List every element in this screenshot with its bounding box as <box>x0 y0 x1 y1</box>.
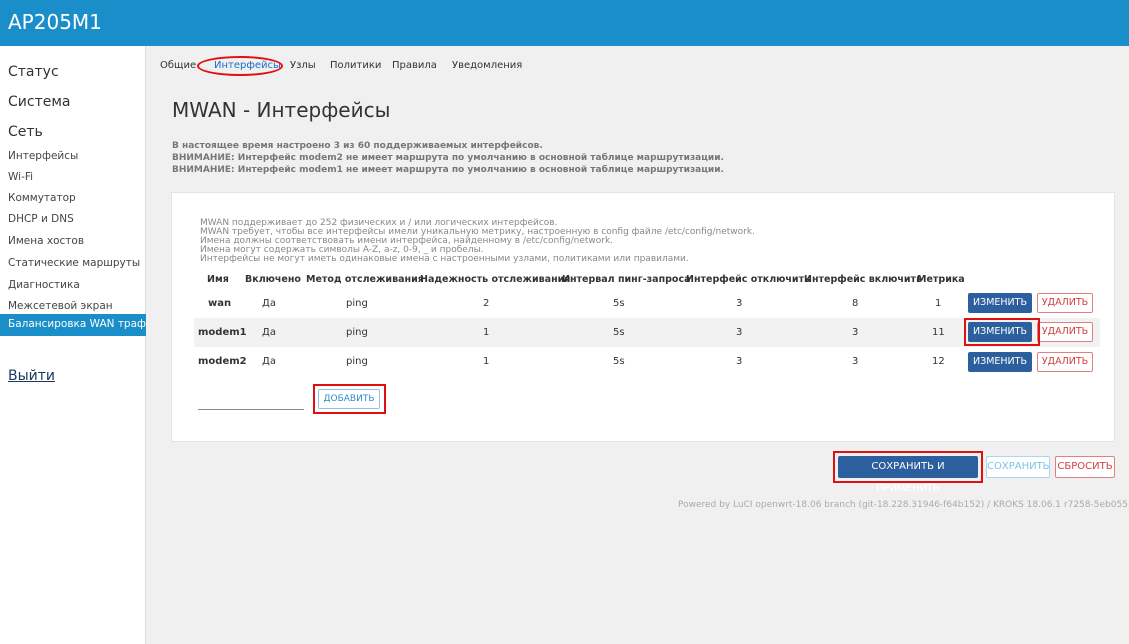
sidebar: Статус Система Сеть Интерфейсы Wi-Fi Ком… <box>0 46 146 644</box>
delete-button[interactable]: УДАЛИТЬ <box>1037 352 1093 372</box>
interval-value: 5s <box>613 327 625 338</box>
sidebar-item-wan-balancing[interactable]: Балансировка WAN трафик <box>0 314 146 336</box>
down-value: 3 <box>736 298 743 309</box>
down-value: 3 <box>736 356 743 367</box>
logout-link[interactable]: Выйти <box>8 368 55 384</box>
delete-button[interactable]: УДАЛИТЬ <box>1037 322 1093 342</box>
sidebar-item-firewall[interactable]: Межсетевой экран <box>8 300 113 312</box>
interface-name: wan <box>208 298 232 309</box>
interval-value: 5s <box>613 356 625 367</box>
highlight-box <box>833 451 983 483</box>
tab-notifications[interactable]: Уведомления <box>452 60 522 71</box>
notice-count: В настоящее время настроено 3 из 60 подд… <box>172 141 543 151</box>
up-value: 3 <box>852 327 859 338</box>
notice-warning: ВНИМАНИЕ: Интерфейс modem2 не имеет марш… <box>172 153 724 163</box>
column-header-interface-up: Интерфейс включить <box>804 274 923 285</box>
sidebar-item-hostnames[interactable]: Имена хостов <box>8 235 84 247</box>
column-header-tracking-reliability: Надежность отслеживания <box>420 274 571 285</box>
enabled-value: Да <box>262 327 276 338</box>
column-header-metric: Метрика <box>917 274 965 285</box>
column-header-tracking-method: Метод отслеживания <box>306 274 424 285</box>
column-header-interface-down: Интерфейс отключить <box>686 274 811 285</box>
column-header-enabled: Включено <box>245 274 301 285</box>
save-button[interactable]: СОХРАНИТЬ <box>986 456 1050 478</box>
enabled-value: Да <box>262 298 276 309</box>
edit-button[interactable]: ИЗМЕНИТЬ <box>968 293 1032 313</box>
description-line: Интерфейсы не могут иметь одинаковые име… <box>200 254 689 264</box>
sidebar-group-system[interactable]: Система <box>8 94 70 110</box>
enabled-value: Да <box>262 356 276 367</box>
sidebar-item-diagnostics[interactable]: Диагностика <box>8 279 80 291</box>
sidebar-item-label: Балансировка WAN трафик <box>8 318 146 330</box>
tab-nodes[interactable]: Узлы <box>290 60 316 71</box>
sidebar-item-switch[interactable]: Коммутатор <box>8 192 76 204</box>
app-title[interactable]: AP205M1 <box>8 10 102 34</box>
interface-name: modem2 <box>198 356 247 367</box>
sidebar-item-static-routes[interactable]: Статические маршруты <box>8 257 140 269</box>
sidebar-item-dhcp-dns[interactable]: DHCP и DNS <box>8 213 74 225</box>
metric-value: 1 <box>935 298 942 309</box>
interface-name: modem1 <box>198 327 247 338</box>
sidebar-group-status[interactable]: Статус <box>8 64 59 80</box>
up-value: 3 <box>852 356 859 367</box>
reliability-value: 2 <box>483 298 490 309</box>
sidebar-group-network[interactable]: Сеть <box>8 124 43 140</box>
highlight-box <box>313 384 386 414</box>
down-value: 3 <box>736 327 743 338</box>
new-interface-name-input[interactable] <box>198 396 304 410</box>
reliability-value: 1 <box>483 356 490 367</box>
tab-general[interactable]: Общие <box>160 60 196 71</box>
footer-text: Powered by LuCI openwrt-18.06 branch (gi… <box>678 500 1129 510</box>
column-header-name: Имя <box>207 274 229 285</box>
highlight-oval <box>197 56 283 76</box>
tracking-method-value: ping <box>346 298 368 309</box>
interval-value: 5s <box>613 298 625 309</box>
table-row <box>194 347 1100 376</box>
tab-policies[interactable]: Политики <box>330 60 381 71</box>
table-row <box>194 289 1100 318</box>
edit-button[interactable]: ИЗМЕНИТЬ <box>968 352 1032 372</box>
metric-value: 11 <box>932 327 945 338</box>
tracking-method-value: ping <box>346 327 368 338</box>
sidebar-item-wifi[interactable]: Wi-Fi <box>8 171 33 183</box>
highlight-box <box>964 318 1040 346</box>
delete-button[interactable]: УДАЛИТЬ <box>1037 293 1093 313</box>
notice-warning: ВНИМАНИЕ: Интерфейс modem1 не имеет марш… <box>172 165 724 175</box>
column-header-ping-interval: Интервал пинг-запроса <box>562 274 691 285</box>
top-bar: AP205M1 <box>0 0 1129 46</box>
page-title: MWAN - Интерфейсы <box>172 98 391 122</box>
tracking-method-value: ping <box>346 356 368 367</box>
up-value: 8 <box>852 298 859 309</box>
reliability-value: 1 <box>483 327 490 338</box>
tab-rules[interactable]: Правила <box>392 60 437 71</box>
metric-value: 12 <box>932 356 945 367</box>
sidebar-item-interfaces[interactable]: Интерфейсы <box>8 150 78 162</box>
reset-button[interactable]: СБРОСИТЬ <box>1055 456 1115 478</box>
